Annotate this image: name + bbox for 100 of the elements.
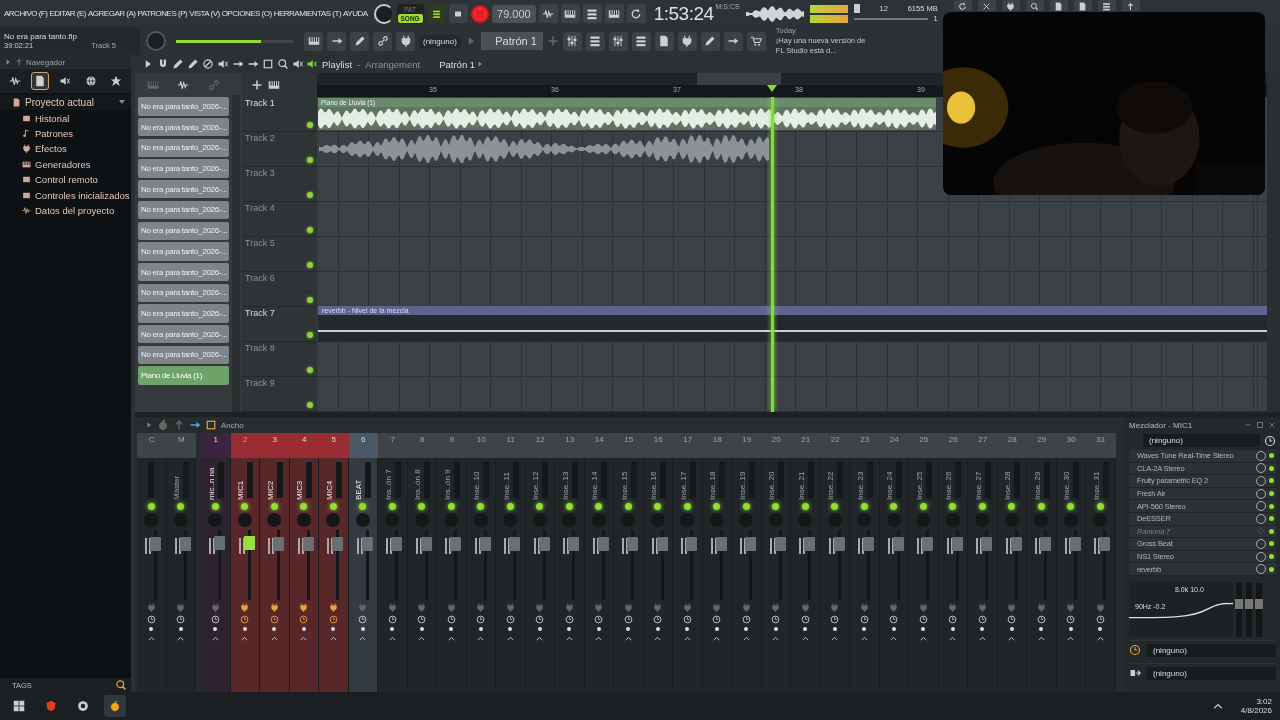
channel-name: Inse..19: [737, 470, 747, 500]
strip-header[interactable]: 12: [525, 433, 555, 458]
strip-header[interactable]: 15: [614, 433, 644, 458]
tree-item[interactable]: Controles inicializados: [0, 187, 131, 203]
strip-header[interactable]: 8: [407, 433, 437, 458]
channel-name: Inse..22: [826, 470, 836, 500]
menu-item[interactable]: AYUDA: [343, 9, 368, 18]
track-name[interactable]: Track 3: [245, 168, 313, 178]
channel-number: 1: [213, 435, 218, 446]
clip-source-item[interactable]: No era para tanto_2026-...: [138, 97, 229, 116]
menu-item[interactable]: HERRAMIENTAS (T): [273, 9, 342, 18]
strip-header[interactable]: 13: [555, 433, 585, 458]
strip-header[interactable]: 5: [319, 433, 349, 458]
strip-header[interactable]: 4: [289, 433, 319, 458]
strip-header[interactable]: 31: [1086, 433, 1116, 458]
strip-header[interactable]: 1: [201, 433, 231, 458]
clip-source-item[interactable]: No era para tanto_2026-...: [138, 283, 229, 302]
track-name[interactable]: Track 9: [245, 378, 313, 388]
menu-item[interactable]: EDITAR (E): [49, 9, 87, 18]
track-name[interactable]: Track 1: [245, 98, 313, 108]
clip-source-item[interactable]: No era para tanto_2026-...: [138, 345, 229, 364]
channel-number: 15: [624, 435, 634, 446]
strip-header[interactable]: 28: [997, 433, 1027, 458]
clip-source-item[interactable]: No era para tanto_2026-...: [138, 138, 229, 158]
strip-header[interactable]: 9: [437, 433, 467, 458]
tree-item[interactable]: Proyecto actual: [0, 95, 131, 111]
channel-name: Inse..11: [501, 471, 511, 500]
channel-number: 8: [420, 435, 425, 446]
strip-header[interactable]: C: [137, 433, 167, 458]
channel-selector[interactable]: (ninguno): [419, 34, 461, 48]
strip-header[interactable]: 6: [348, 433, 378, 458]
strip-header[interactable]: 2: [230, 433, 260, 458]
channel-number: 3: [272, 435, 277, 446]
menu-item[interactable]: ARCHIVO (F): [4, 9, 48, 18]
strip-header[interactable]: 23: [850, 433, 880, 458]
strip-header[interactable]: 24: [879, 433, 909, 458]
clip-source-item[interactable]: No era para tanto_2026-...: [138, 118, 229, 137]
strip-header[interactable]: 7: [378, 433, 408, 458]
tree-item[interactable]: Historial: [0, 110, 131, 126]
tree-item[interactable]: Datos del proyecto: [0, 202, 131, 219]
send-selector[interactable]: (ninguno): [1147, 643, 1276, 657]
menu-item[interactable]: VISTA (V): [189, 9, 220, 18]
tree-item[interactable]: Efectos: [0, 141, 131, 157]
track-name[interactable]: Track 8: [245, 343, 313, 353]
clip-source-item[interactable]: No era para tanto_2026-...: [138, 200, 229, 220]
channel-number: 25: [919, 435, 929, 446]
menu-item[interactable]: AGREGAR (A): [88, 9, 136, 18]
clip-source-item[interactable]: No era para tanto_2026-...: [138, 324, 229, 344]
channel-number: 19: [742, 435, 752, 446]
strip-header[interactable]: 25: [909, 433, 939, 458]
pattern-label[interactable]: Patrón 1: [439, 58, 476, 70]
strip-header[interactable]: 20: [761, 433, 791, 458]
clip-source-item[interactable]: No era para tanto_2026-...: [138, 304, 229, 323]
track-name[interactable]: Track 5: [245, 238, 313, 248]
channel-name: Inse..24: [885, 470, 895, 500]
width-label: Ancho: [221, 420, 244, 430]
channel-number: 13: [565, 435, 575, 446]
channel-name: Inse..27: [973, 470, 983, 500]
channel-number: C: [148, 435, 155, 446]
strip-header[interactable]: 27: [968, 433, 998, 458]
strip-header[interactable]: 29: [1027, 433, 1057, 458]
song-time: 1:53:24: [653, 2, 714, 25]
clip-source-item[interactable]: No era para tanto_2026-...: [138, 159, 229, 178]
strip-header[interactable]: 22: [820, 433, 850, 458]
strip-header[interactable]: 18: [702, 433, 732, 458]
strip-header[interactable]: 10: [466, 433, 496, 458]
track-name[interactable]: Track 7: [245, 308, 313, 318]
input-selector[interactable]: (ninguno): [1143, 434, 1260, 447]
clip-source-item[interactable]: No era para tanto_2026-...: [138, 262, 229, 282]
track-name[interactable]: Track 6: [245, 273, 313, 283]
strip-header[interactable]: 3: [260, 433, 290, 458]
channel-name: Inse..17: [678, 470, 688, 500]
clip-source-item[interactable]: No era para tanto_2026-...: [138, 221, 229, 240]
menu-item[interactable]: OPCIONES (O): [221, 9, 272, 18]
strip-header[interactable]: M: [166, 433, 196, 458]
strip-header[interactable]: 21: [791, 433, 821, 458]
strip-header[interactable]: 16: [643, 433, 673, 458]
strip-header[interactable]: 17: [673, 433, 703, 458]
pattern-selector[interactable]: Patrón 1: [480, 32, 543, 50]
strip-header[interactable]: 30: [1056, 433, 1086, 458]
tree-item[interactable]: Generadores: [0, 156, 131, 172]
track-name[interactable]: Track 2: [245, 133, 313, 143]
clip-source-item[interactable]: Piano de Lluvia (1): [138, 366, 229, 385]
channel-name: Inse..25: [914, 470, 924, 500]
track-name[interactable]: Track 4: [245, 203, 313, 213]
strip-header[interactable]: 26: [938, 433, 968, 458]
channel-name: Inse..21: [796, 470, 806, 500]
output-selector[interactable]: (ninguno): [1147, 666, 1276, 680]
channel-number: M: [177, 435, 185, 446]
tree-item[interactable]: Patrones: [0, 125, 131, 142]
channel-name: Ins..ón 7: [383, 468, 393, 500]
tree-item[interactable]: Control remoto: [0, 171, 131, 188]
clip-source-item[interactable]: No era para tanto_2026-...: [138, 180, 229, 199]
clip-source-item[interactable]: No era para tanto_2026-...: [138, 242, 229, 261]
strip-header[interactable]: 14: [584, 433, 614, 458]
menu-item[interactable]: PATRONES (P): [137, 9, 188, 18]
strip-header[interactable]: 11: [496, 433, 526, 458]
clock-time: 3:02: [1256, 697, 1272, 706]
tempo-field[interactable]: 79.000: [491, 4, 536, 23]
strip-header[interactable]: 19: [732, 433, 762, 458]
